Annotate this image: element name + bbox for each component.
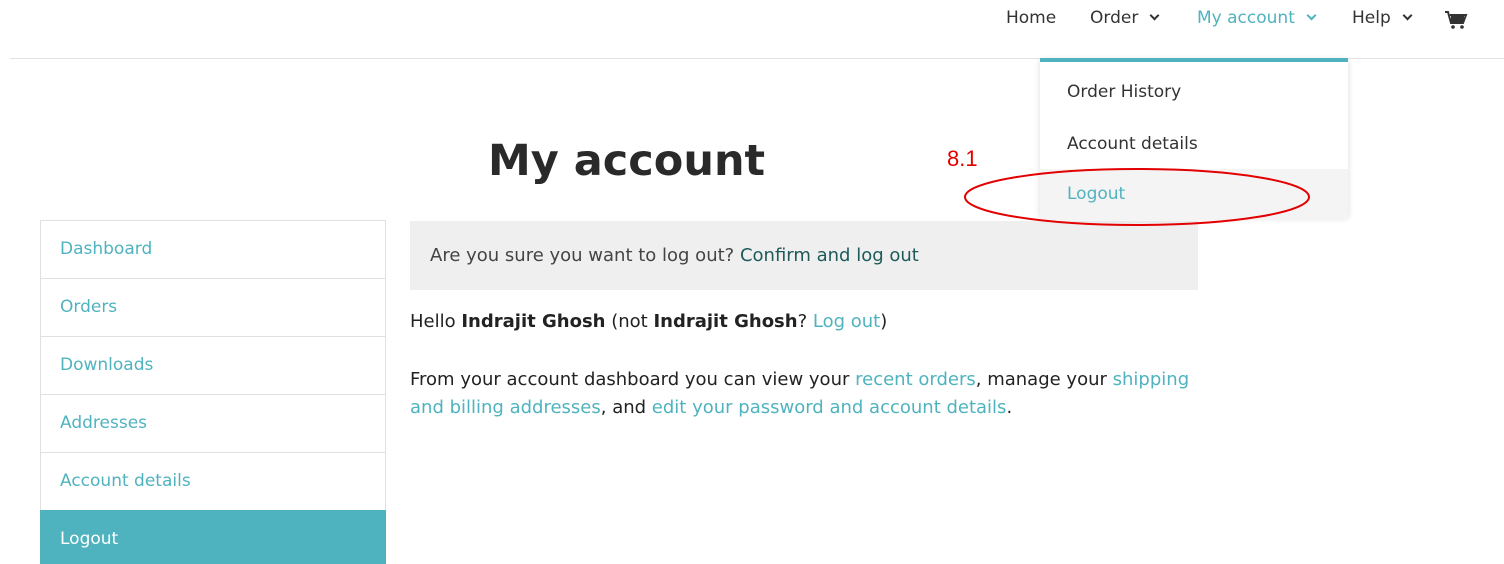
dashboard-intro: From your account dashboard you can view… [410,366,1190,422]
nav-order[interactable]: Order [1090,8,1160,28]
notice-text: Are you sure you want to log out? [430,245,735,266]
top-navigation: Home Order My account Help [0,0,1504,40]
page-title: My account [488,136,766,186]
nav-my-account[interactable]: My account [1197,8,1317,28]
greeting-close: ) [880,311,888,332]
intro-text-2: , manage your [975,369,1107,390]
greeting-text: Hello Indrajit Ghosh (not Indrajit Ghosh… [410,308,887,336]
chevron-down-icon [1306,10,1317,21]
intro-text-1: From your account dashboard you can view… [410,369,850,390]
greeting-not: (not [611,311,648,332]
logout-link[interactable]: Log out [813,311,880,332]
sidebar-item-account-details[interactable]: Account details [40,452,386,510]
intro-text-4: . [1006,397,1013,418]
user-name: Indrajit Ghosh [461,311,606,332]
sidebar-item-dashboard[interactable]: Dashboard [40,220,386,278]
sidebar-item-logout[interactable]: Logout [40,510,386,564]
sidebar-item-orders[interactable]: Orders [40,278,386,336]
intro-text-3: , and [600,397,647,418]
chevron-down-icon [1149,10,1160,21]
annotation-label: 8.1 [947,146,978,171]
nav-help-label: Help [1352,8,1391,28]
dropdown-item-order-history[interactable]: Order History [1040,67,1348,117]
logout-notice: Are you sure you want to log out? Confir… [410,221,1198,290]
nav-my-account-label: My account [1197,8,1295,28]
sidebar-item-downloads[interactable]: Downloads [40,336,386,394]
nav-home-label: Home [1006,8,1057,28]
nav-home[interactable]: Home [1006,8,1056,28]
greeting-hello: Hello [410,311,456,332]
account-sidebar: Dashboard Orders Downloads Addresses Acc… [40,220,386,564]
user-name-repeat: Indrajit Ghosh [653,311,798,332]
confirm-logout-link[interactable]: Confirm and log out [740,245,919,266]
chevron-down-icon [1402,10,1413,21]
recent-orders-link[interactable]: recent orders [855,369,976,390]
dropdown-item-account-details[interactable]: Account details [1040,119,1348,169]
my-account-dropdown: Order History Account details Logout [1040,58,1348,219]
greeting-question: ? [797,311,808,332]
sidebar-item-addresses[interactable]: Addresses [40,394,386,452]
nav-help[interactable]: Help [1352,8,1413,28]
dropdown-item-logout[interactable]: Logout [1040,169,1348,219]
cart-icon[interactable] [1444,10,1468,30]
nav-order-label: Order [1090,8,1139,28]
account-details-link[interactable]: edit your password and account details [652,397,1007,418]
